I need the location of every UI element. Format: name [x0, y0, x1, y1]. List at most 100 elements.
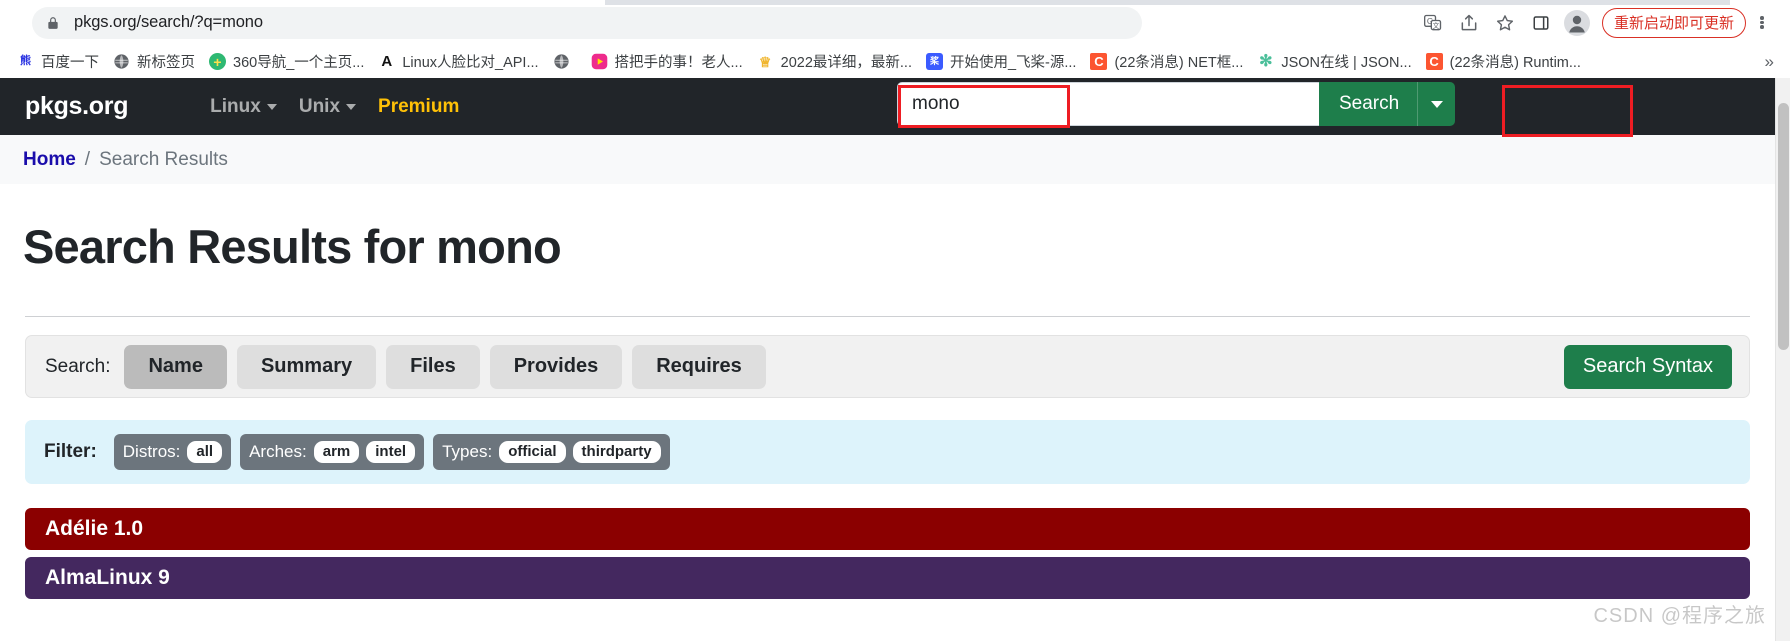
scope-tab-summary[interactable]: Summary — [236, 344, 377, 389]
update-available-button[interactable]: 重新启动即可更新 — [1601, 7, 1746, 38]
bookmark-star-icon[interactable] — [1488, 6, 1522, 40]
bookmark-label: 开始使用_飞桨-源... — [949, 55, 1077, 71]
translate-icon[interactable]: G 文 — [1416, 6, 1450, 40]
site-search-form: Search — [897, 82, 1456, 126]
scope-tab-provides[interactable]: Provides — [489, 344, 623, 389]
kebab-menu-icon[interactable] — [1748, 6, 1776, 40]
nav-link-linux[interactable]: Linux — [210, 96, 277, 118]
csdn-icon: C — [1090, 53, 1108, 70]
bookmark-item[interactable]: A Linux人脸比对_API... — [371, 49, 545, 75]
bookmark-item[interactable]: C (22条消息) NET框... — [1083, 49, 1250, 75]
share-icon[interactable] — [1452, 6, 1486, 40]
nav-link-label: Premium — [378, 95, 460, 117]
main-content: Search Results for mono Search: Name Sum… — [0, 219, 1775, 599]
breadcrumb-current: Search Results — [99, 148, 228, 170]
bookmark-item[interactable]: ♕ 2022最详细，最新... — [750, 49, 919, 75]
site-nav: Linux Unix Premium — [210, 96, 459, 118]
address-bar-url: pkgs.org/search/?q=mono — [74, 13, 263, 31]
distro-header-adelie[interactable]: Adélie 1.0 — [25, 508, 1750, 550]
breadcrumb-home-link[interactable]: Home — [23, 149, 76, 171]
title-divider — [25, 316, 1750, 317]
baidu-icon: 熊 — [17, 53, 34, 70]
scope-tab-requires[interactable]: Requires — [632, 344, 766, 389]
nav-link-premium[interactable]: Premium — [378, 96, 459, 118]
bookmark-label: 360导航_一个主页... — [233, 55, 365, 71]
video-play-icon — [591, 53, 608, 70]
bookmark-item[interactable]: 搭把手的事！老人... — [584, 49, 750, 75]
site-logo[interactable]: pkgs.org — [25, 92, 128, 121]
search-dropdown-toggle[interactable] — [1417, 82, 1456, 126]
a-letter-icon: A — [378, 53, 396, 70]
filter-group-types[interactable]: Types: official thirdparty — [433, 434, 670, 470]
crown-icon: ♕ — [758, 53, 772, 70]
scope-tab-files[interactable]: Files — [386, 344, 480, 389]
bookmark-item[interactable]: C (22条消息) Runtim... — [1419, 49, 1588, 75]
distro-header-almalinux[interactable]: AlmaLinux 9 — [25, 557, 1750, 599]
filter-chip-arm[interactable]: arm — [313, 440, 360, 464]
scope-tab-name[interactable]: Name — [124, 344, 227, 389]
chevron-down-icon — [1430, 100, 1443, 108]
distro-label: Adélie 1.0 — [45, 517, 144, 540]
bookmark-item[interactable]: 熊 百度一下 — [10, 49, 106, 75]
nav-link-label: Linux — [210, 95, 261, 117]
filter-group-arches[interactable]: Arches: arm intel — [240, 434, 425, 470]
filter-group-distros[interactable]: Distros: all — [113, 434, 232, 470]
bookmark-item[interactable]: + 360导航_一个主页... — [202, 49, 371, 75]
filter-chip-thirdparty[interactable]: thirdparty — [572, 440, 661, 464]
site-navbar: pkgs.org Linux Unix Premium Search — [0, 78, 1775, 135]
globe-icon — [553, 53, 570, 70]
search-scope-panel: Search: Name Summary Files Provides Requ… — [25, 335, 1750, 398]
address-bar[interactable]: pkgs.org/search/?q=mono — [32, 6, 1142, 39]
tab-strip-edge — [605, 0, 1730, 5]
page-content: pkgs.org Linux Unix Premium Search — [0, 78, 1775, 641]
nav-link-unix[interactable]: Unix — [298, 95, 357, 118]
bookmark-label: 搭把手的事！老人... — [614, 55, 743, 71]
page-title: Search Results for mono — [23, 220, 562, 273]
bookmark-label: 百度一下 — [41, 55, 99, 71]
nav-link-label: Unix — [298, 95, 341, 117]
browser-toolbar-actions: G 文 重新启动即可更新 — [1416, 6, 1780, 40]
filter-group-label: Distros: — [122, 442, 181, 461]
browser-toolbar: pkgs.org/search/?q=mono G 文 重新启动即可更新 — [0, 0, 1790, 45]
globe-icon — [113, 53, 130, 70]
distro-results-list: Adélie 1.0 AlmaLinux 9 — [25, 508, 1750, 599]
side-panel-icon[interactable] — [1524, 6, 1558, 40]
svg-text:文: 文 — [1433, 21, 1440, 30]
distro-label: AlmaLinux 9 — [45, 566, 170, 589]
lock-icon — [46, 16, 60, 30]
search-input[interactable] — [897, 82, 1319, 126]
gear-icon: ✻ — [1259, 53, 1273, 70]
search-scope-label: Search: — [45, 355, 111, 377]
filter-chip-all[interactable]: all — [187, 440, 223, 464]
breadcrumb: Home / Search Results — [0, 135, 1775, 184]
profile-avatar-icon[interactable] — [1560, 6, 1594, 40]
page-scrollbar-thumb[interactable] — [1778, 103, 1789, 350]
bookmark-label: 新标签页 — [137, 55, 195, 71]
breadcrumb-separator: / — [84, 148, 91, 170]
filter-group-label: Arches: — [249, 442, 307, 461]
browser-chrome: pkgs.org/search/?q=mono G 文 重新启动即可更新 熊 百… — [0, 0, 1790, 78]
search-button[interactable]: Search — [1319, 82, 1418, 126]
bookmark-label: Linux人脸比对_API... — [402, 55, 539, 71]
chevron-down-icon — [266, 103, 277, 110]
bookmark-item[interactable] — [546, 49, 584, 75]
bookmark-label: (22条消息) Runtim... — [1449, 55, 1581, 71]
csdn-icon: C — [1425, 53, 1443, 70]
360-icon: + — [209, 53, 226, 70]
filter-label: Filter: — [44, 441, 97, 462]
page-scrollbar[interactable] — [1775, 78, 1790, 641]
bookmark-item[interactable]: ✻ JSON在线 | JSON... — [1250, 49, 1418, 75]
bookmark-label: JSON在线 | JSON... — [1281, 55, 1412, 71]
bookmark-label: 2022最详细，最新... — [780, 55, 912, 71]
paddle-icon: 桨 — [925, 53, 943, 70]
bookmark-item[interactable]: 桨 开始使用_飞桨-源... — [919, 49, 1083, 75]
bookmark-item[interactable]: 新标签页 — [106, 49, 202, 75]
filter-chip-intel[interactable]: intel — [366, 440, 416, 464]
bookmark-label: (22条消息) NET框... — [1114, 55, 1244, 71]
chevron-down-icon — [346, 103, 357, 110]
bookmarks-overflow-icon[interactable]: » — [1757, 52, 1782, 72]
search-syntax-button[interactable]: Search Syntax — [1563, 344, 1732, 389]
filter-group-label: Types: — [442, 442, 493, 461]
bookmarks-bar: 熊 百度一下 新标签页 + 360导航_一个主页... A Linux人脸比对_… — [0, 45, 1790, 78]
filter-chip-official[interactable]: official — [499, 440, 566, 464]
